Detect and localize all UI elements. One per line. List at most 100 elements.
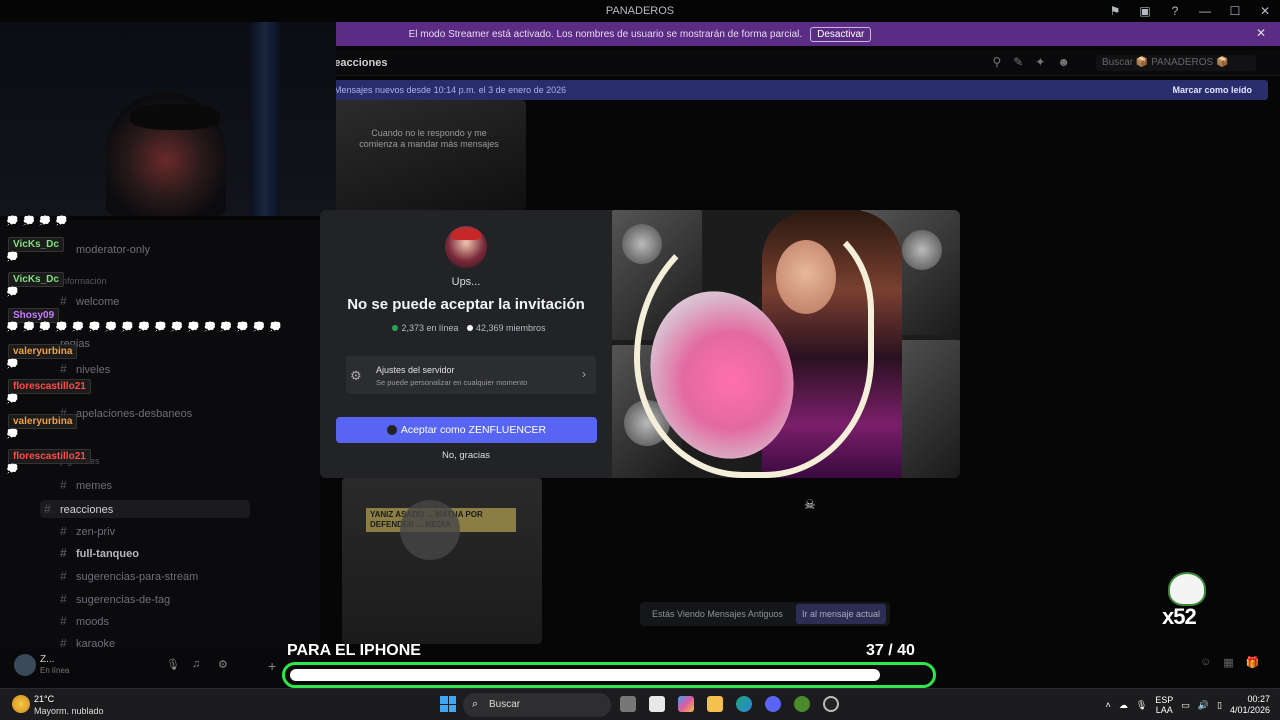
play-icon[interactable] (400, 500, 460, 560)
language-indicator[interactable]: ESP LAA (1155, 695, 1173, 715)
sidebar-item-sugerencias-para-stream[interactable]: # sugerencias-para-stream (60, 569, 198, 583)
sidebar-item-reacciones[interactable]: # reacciones (40, 500, 250, 518)
pin-icon[interactable]: ✦ (1035, 55, 1045, 69)
battery-icon[interactable]: ▯ (1217, 700, 1222, 711)
close-window-button[interactable]: ✕ (1250, 4, 1280, 18)
chat-bubbles-row: 💭 💭 💭 💭 (6, 216, 68, 227)
close-icon[interactable]: ✕ (1256, 26, 1266, 40)
title-bar: PANADEROS ⚑ ▣ ? — ☐ ✕ (0, 0, 1280, 22)
webcam-overlay (0, 22, 336, 216)
members-icon[interactable]: ☻ (1057, 55, 1070, 69)
clock-date: 4/01/2026 (1229, 705, 1270, 715)
edge-icon[interactable] (736, 696, 752, 712)
help-icon[interactable]: ? (1160, 4, 1190, 18)
old-messages-bar: Estás Viendo Mensajes Antiguos Ir al men… (640, 602, 890, 626)
new-messages-bar[interactable]: Mensajes nuevos desde 10:14 p.m. el 3 de… (328, 80, 1268, 100)
webcam-background (250, 22, 280, 216)
sidebar-item-memes[interactable]: # memes (60, 478, 112, 492)
old-messages-text: Estás Viendo Mensajes Antiguos (652, 609, 783, 619)
sidebar-item-full-tanqueo[interactable]: # full-tanqueo (60, 546, 139, 560)
message-video-thumbnail[interactable]: YANIZ ASADO ... MATNA POR DEFENDER ... M… (342, 478, 542, 644)
add-icon[interactable]: + (268, 658, 276, 674)
chat-username: Shosy09 (8, 308, 60, 323)
settings-icon[interactable]: ⚙ (218, 658, 228, 671)
goal-progress-fill (290, 669, 880, 681)
goal-count: 37 / 40 (866, 642, 915, 660)
maximize-button[interactable]: ☐ (1220, 4, 1250, 18)
online-count: 2,373 en línea (401, 323, 459, 333)
chat-bubbles-row: 💭 💭 💭 💭 💭 💭 💭 💭 💭 💭 💭 💭 💭 💭 💭 💭 💭 (6, 322, 282, 333)
sidebar-item-sugerencias-de-tag[interactable]: # sugerencias-de-tag (60, 592, 170, 606)
threads-icon[interactable]: ⚲ (992, 55, 1001, 69)
mark-read-button[interactable]: Marcar como leído (1172, 85, 1252, 95)
volume-icon[interactable]: 🔊 (1198, 700, 1209, 711)
screen-icon[interactable]: ▣ (1130, 4, 1160, 18)
chat-username: VicKs_Dc (8, 272, 64, 287)
members-dot-icon (467, 325, 474, 331)
hash-icon: # (60, 294, 67, 308)
chevron-up-icon[interactable]: ˄ (1106, 700, 1111, 710)
hash-icon: # (60, 614, 67, 628)
skull-icon: ☠ (804, 497, 816, 512)
hash-icon: # (60, 569, 67, 583)
task-view-icon[interactable] (620, 696, 636, 712)
clock[interactable]: 00:27 4/01/2026 (1230, 694, 1270, 716)
notification-icon[interactable]: ✎ (1013, 55, 1023, 69)
file-explorer-icon[interactable] (707, 696, 723, 712)
streamer-message: El modo Streamer está activado. Los nomb… (408, 28, 803, 40)
taskbar-search[interactable]: ⌕ Buscar (463, 693, 611, 717)
chat-username: valeryurbina (8, 344, 78, 359)
weather-desc: Mayorm. nublado (34, 706, 104, 716)
server-title: PANADEROS (605, 5, 675, 17)
copilot-icon[interactable] (678, 696, 694, 712)
user-panel: Z... En línea 🎙 ♫ ⚙ + (0, 648, 320, 688)
apps-icon[interactable]: ▦ (1223, 656, 1233, 669)
search-icon: ⌕ (472, 698, 479, 710)
sidebar-item-niveles[interactable]: # niveles (60, 362, 110, 376)
settings-title: Ajustes del servidor (376, 365, 455, 375)
message-media-thumbnail[interactable]: Cuando no le respondo y me comienza a ma… (334, 100, 526, 212)
server-stats: 2,373 en línea 42,369 miembros (320, 323, 612, 333)
category-informacion[interactable]: información (60, 276, 107, 286)
network-icon[interactable]: ▭ (1181, 700, 1190, 711)
chevron-right-icon: › (582, 367, 586, 381)
gift-icon[interactable]: 🎁 (1246, 656, 1260, 669)
sidebar-item-zen-priv[interactable]: # zen-priv (60, 524, 115, 538)
windows-start-icon[interactable] (440, 696, 456, 712)
microphone-icon[interactable]: 🎙 (166, 658, 180, 671)
sidebar-item-moderator-only[interactable]: moderator-only (76, 244, 150, 256)
disable-streamer-button[interactable]: Desactivar (810, 26, 872, 42)
settings-subtitle: Se puede personalizar en cualquier momen… (376, 378, 528, 387)
headphones-icon[interactable]: ♫ (192, 658, 200, 670)
jump-to-present-button[interactable]: Ir al mensaje actual (795, 604, 886, 624)
modal-title: No se puede aceptar la invitación (347, 296, 585, 313)
sidebar-item-welcome[interactable]: # welcome (60, 294, 119, 308)
santa-hat-icon (451, 228, 481, 240)
sidebar-item-apelaciones[interactable]: # apelaciones-desbaneos (60, 406, 192, 420)
emoji-icon[interactable]: ☺ (1200, 656, 1211, 669)
online-dot-icon (392, 325, 399, 331)
minimize-button[interactable]: — (1190, 4, 1220, 18)
logo-head-icon (1168, 572, 1206, 606)
search-input[interactable]: Buscar 📦 PANADEROS 📦 (1096, 55, 1256, 71)
user-name: Z... (40, 654, 55, 665)
invite-banner-image (612, 210, 960, 478)
store-icon[interactable] (649, 696, 665, 712)
inbox-icon[interactable]: ⚑ (1100, 4, 1130, 18)
avatar[interactable] (14, 654, 36, 676)
hash-icon: # (60, 524, 67, 538)
goal-progress-bar (282, 662, 936, 688)
mic-icon[interactable]: 🎙 (1136, 700, 1147, 711)
discord-icon[interactable] (765, 696, 781, 712)
decline-button[interactable]: No, gracias (320, 450, 612, 461)
obs-icon[interactable] (823, 696, 839, 712)
chat-username: valeryurbina (8, 414, 78, 429)
modal-eyebrow: Ups... (451, 276, 481, 288)
onedrive-icon[interactable]: ☁ (1119, 700, 1128, 711)
accept-invite-button[interactable]: Aceptar como ZENFLUENCER (336, 417, 597, 443)
new-messages-text: Mensajes nuevos desde 10:14 p.m. el 3 de… (334, 85, 567, 95)
sidebar-item-moods[interactable]: # moods (60, 614, 109, 628)
app-icon[interactable] (794, 696, 810, 712)
gear-icon: ⚙ (350, 368, 362, 383)
server-settings-row[interactable]: ⚙ Ajustes del servidor Se puede personal… (346, 356, 596, 394)
